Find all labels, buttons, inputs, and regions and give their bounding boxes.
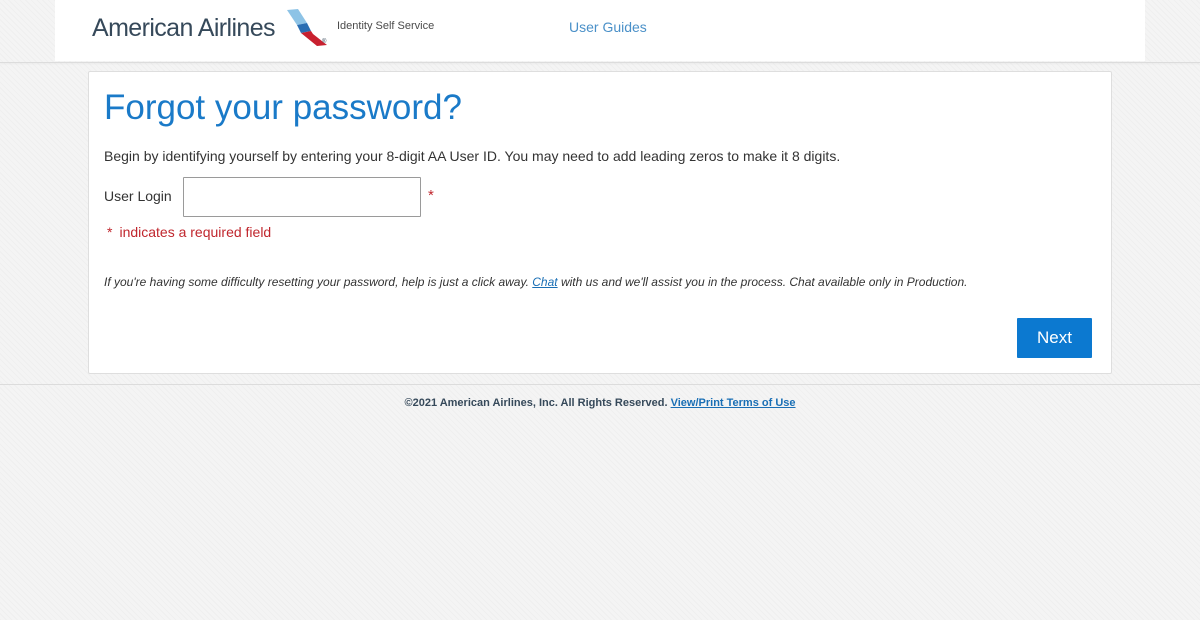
footer-divider	[0, 384, 1200, 385]
required-note-text: indicates a required field	[119, 224, 272, 240]
chat-link[interactable]: Chat	[532, 275, 557, 289]
required-field-note: * indicates a required field	[107, 224, 271, 240]
product-subtitle: Identity Self Service	[337, 20, 435, 32]
required-asterisk: *	[428, 187, 434, 204]
help-text-after: with us and we'll assist you in the proc…	[560, 275, 968, 289]
brand-wordmark: American Airlines	[92, 14, 276, 42]
header-bar: American Airlines ® Identity Self Servic…	[55, 0, 1145, 61]
terms-of-use-link[interactable]: View/Print Terms of Use	[671, 397, 796, 409]
required-note-asterisk: *	[107, 224, 113, 240]
trademark-symbol: ®	[322, 39, 327, 45]
forgot-password-card: Forgot your password? Begin by identifyi…	[88, 71, 1112, 374]
user-login-input[interactable]	[183, 177, 421, 217]
page-footer: ©2021 American Airlines, Inc. All Rights…	[0, 397, 1200, 409]
next-button[interactable]: Next	[1017, 318, 1092, 358]
instructions-text: Begin by identifying yourself by enterin…	[104, 148, 841, 164]
top-header: American Airlines ® Identity Self Servic…	[0, 0, 1200, 63]
page-title: Forgot your password?	[104, 88, 462, 127]
copyright-text: ©2021 American Airlines, Inc. All Rights…	[404, 397, 668, 409]
help-text-before: If you're having some difficulty resetti…	[104, 275, 529, 289]
user-guides-link[interactable]: User Guides	[569, 19, 647, 35]
user-login-label: User Login	[104, 188, 172, 204]
help-text: If you're having some difficulty resetti…	[104, 275, 967, 289]
